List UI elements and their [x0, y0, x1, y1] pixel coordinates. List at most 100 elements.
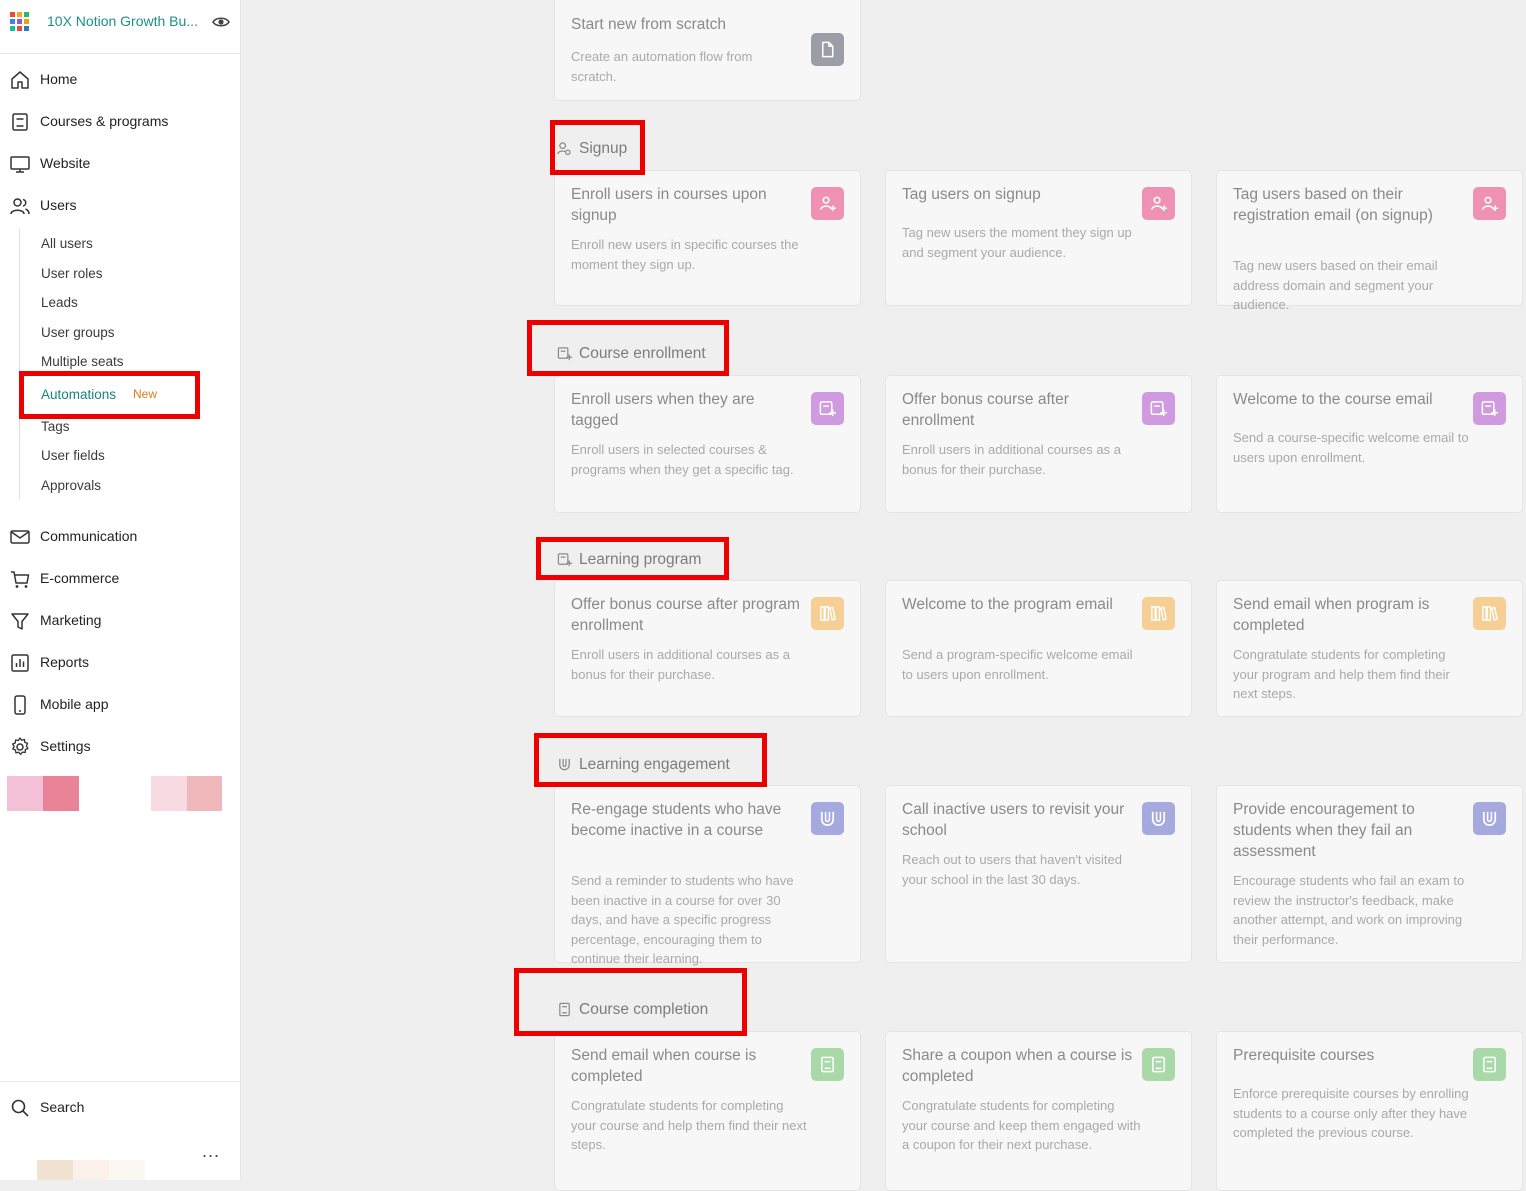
subnav-multiple-seats[interactable]: Multiple seats — [41, 354, 124, 369]
blurred-swatch — [187, 776, 222, 811]
subnav-user-groups[interactable]: User groups — [41, 325, 115, 340]
card-title: Start new from scratch — [571, 16, 727, 33]
automation-template-card[interactable]: Re-engage students who have become inact… — [554, 785, 861, 966]
nav-label: Home — [40, 71, 78, 87]
books-icon — [1142, 597, 1175, 630]
automation-template-card[interactable]: Prerequisite courses Enforce prerequisite… — [1216, 1031, 1523, 1191]
highlight-box — [550, 120, 645, 175]
user-plus-icon — [811, 187, 844, 220]
highlight-box — [514, 968, 747, 1036]
nav-search[interactable]: Search — [0, 1092, 240, 1124]
subnav-all-users[interactable]: All users — [41, 236, 93, 251]
card-title: Call inactive users to revisit your scho… — [902, 801, 1125, 839]
nav-settings[interactable]: Settings — [0, 731, 240, 763]
nav-home[interactable]: Home — [0, 64, 240, 96]
nav-ecommerce[interactable]: E-commerce — [0, 563, 240, 595]
card-title: Re-engage students who have become inact… — [571, 801, 782, 839]
school-header[interactable]: 10X Notion Growth Bu... — [0, 0, 241, 54]
card-description: Enroll new users in specific courses the… — [571, 237, 799, 272]
enroll-icon — [1473, 392, 1506, 425]
subnav-guide-line — [19, 229, 20, 499]
automation-template-card[interactable]: Enroll users in courses upon signup Enrol… — [554, 170, 861, 306]
card-description: Enroll users in selected courses & progr… — [571, 442, 794, 477]
card-title: Enroll users in courses upon signup — [571, 186, 767, 224]
highlight-box — [536, 537, 729, 580]
nav-label: Search — [40, 1099, 85, 1115]
sidebar: 10X Notion Growth Bu... Home Courses & p… — [0, 0, 241, 1180]
blurred-swatch — [43, 776, 79, 811]
school-name: 10X Notion Growth Bu... — [47, 13, 198, 29]
subnav-leads[interactable]: Leads — [41, 295, 78, 310]
card-title: Enroll users when they are tagged — [571, 391, 755, 429]
nav-reports[interactable]: Reports — [0, 647, 240, 679]
automation-template-card[interactable]: Send email when program is completed Cong… — [1216, 580, 1523, 717]
card-description: Congratulate students for completing you… — [902, 1098, 1141, 1152]
funnel-icon — [11, 613, 29, 630]
card-description: Create an automation flow from scratch. — [571, 49, 753, 84]
nav-label: E-commerce — [40, 570, 120, 586]
automation-template-card[interactable]: Offer bonus course after program enrollm… — [554, 580, 861, 717]
nav-label: Users — [40, 197, 77, 213]
subnav-tags[interactable]: Tags — [41, 419, 70, 434]
card-title: Offer bonus course after program enrollm… — [571, 596, 800, 634]
card-description: Encourage students who fail an exam to r… — [1233, 873, 1465, 947]
automation-template-card[interactable]: Call inactive users to revisit your scho… — [885, 785, 1192, 963]
automation-template-card[interactable]: Welcome to the program email Send a progr… — [885, 580, 1192, 717]
card-title: Welcome to the program email — [902, 596, 1113, 613]
avatar-blur — [73, 1160, 109, 1180]
nav-courses-programs[interactable]: Courses & programs — [0, 106, 240, 138]
more-menu-button[interactable]: ... — [202, 1141, 220, 1162]
notebook-icon — [1142, 1048, 1175, 1081]
card-title: Send email when course is completed — [571, 1047, 757, 1085]
eye-icon[interactable] — [211, 12, 231, 32]
automation-template-card[interactable]: Enroll users when they are tagged Enroll … — [554, 375, 861, 513]
card-description: Enforce prerequisite courses by enrollin… — [1233, 1086, 1469, 1140]
nav-website[interactable]: Website — [0, 148, 240, 180]
users-icon — [10, 198, 30, 215]
subnav-approvals[interactable]: Approvals — [41, 478, 101, 493]
automation-template-card[interactable]: Share a coupon when a course is complete… — [885, 1031, 1192, 1191]
search-icon — [11, 1099, 29, 1117]
notebook-icon — [811, 1048, 844, 1081]
home-icon — [11, 71, 29, 89]
nav-communication[interactable]: Communication — [0, 521, 240, 553]
user-plus-icon — [1142, 187, 1175, 220]
automation-template-card[interactable]: Provide encouragement to students when t… — [1216, 785, 1523, 963]
avatar-blur — [109, 1160, 145, 1180]
card-description: Send a course-specific welcome email to … — [1233, 430, 1469, 465]
automation-template-card[interactable]: Welcome to the course email Send a course… — [1216, 375, 1523, 513]
nav-label: Communication — [40, 528, 138, 544]
magnet-icon — [1473, 802, 1506, 835]
nav-label: Marketing — [40, 612, 102, 628]
highlight-box — [19, 371, 200, 419]
automation-template-card[interactable]: Tag users based on their registration em… — [1216, 170, 1523, 312]
card-description: Send a reminder to students who have bee… — [571, 873, 794, 966]
nav-users[interactable]: Users — [0, 190, 240, 222]
automation-template-card[interactable]: Tag users on signup Tag new users the mom… — [885, 170, 1192, 306]
nav-marketing[interactable]: Marketing — [0, 605, 240, 637]
card-description: Congratulate students for completing you… — [1233, 647, 1450, 701]
books-icon — [811, 597, 844, 630]
card-description: Tag new users based on their email addre… — [1233, 258, 1438, 312]
highlight-box — [534, 733, 767, 787]
subnav-user-fields[interactable]: User fields — [41, 448, 105, 463]
subnav-user-roles[interactable]: User roles — [41, 266, 103, 281]
card-title: Tag users on signup — [902, 186, 1041, 203]
nav-label: Mobile app — [40, 696, 109, 712]
card-title: Offer bonus course after enrollment — [902, 391, 1069, 429]
blurred-swatch — [151, 776, 187, 811]
nav-label: Website — [40, 155, 91, 171]
phone-icon — [14, 695, 26, 715]
automation-template-card[interactable]: Offer bonus course after enrollment Enrol… — [885, 375, 1192, 513]
magnet-icon — [1142, 802, 1175, 835]
card-description: Congratulate students for completing you… — [571, 1098, 807, 1152]
card-description: Enroll users in additional courses as a … — [571, 647, 790, 682]
avatar[interactable] — [37, 1160, 73, 1180]
chart-icon — [11, 654, 29, 672]
card-description: Reach out to users that haven't visited … — [902, 852, 1122, 887]
automation-template-card[interactable]: Send email when course is completed Congr… — [554, 1031, 861, 1191]
nav-mobile-app[interactable]: Mobile app — [0, 689, 240, 721]
book-icon — [12, 113, 28, 131]
start-from-scratch-card[interactable]: Start new from scratch Create an automat… — [554, 0, 861, 101]
card-title: Share a coupon when a course is complete… — [902, 1047, 1133, 1085]
